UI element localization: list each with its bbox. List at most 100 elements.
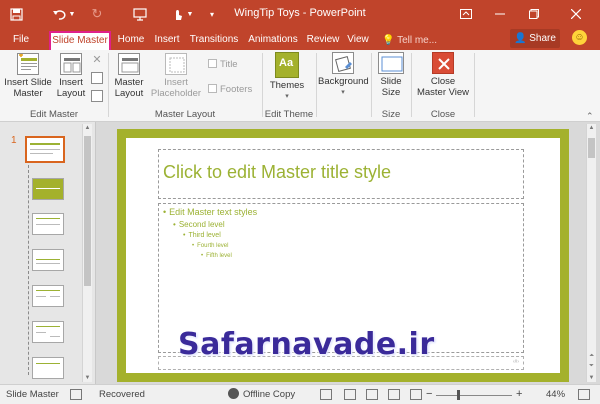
rename-icon[interactable] xyxy=(91,72,103,84)
background-label: Background xyxy=(318,76,369,87)
checkbox-box xyxy=(208,59,217,68)
notes-icon[interactable] xyxy=(320,389,332,400)
minimize-icon[interactable] xyxy=(486,0,514,28)
title-placeholder[interactable]: Click to edit Master title style xyxy=(158,149,524,199)
zoom-in-button[interactable]: + xyxy=(516,388,522,400)
layout-thumbnail[interactable] xyxy=(32,249,64,271)
layout-thumbnail[interactable] xyxy=(32,321,64,343)
tell-me-search[interactable]: 💡 Tell me... xyxy=(382,31,437,50)
zoom-level[interactable]: 44% xyxy=(546,389,565,400)
thumb-title-line xyxy=(30,143,60,145)
text-level-4: Fourth level xyxy=(192,243,228,249)
insert-layout-icon xyxy=(60,53,82,75)
delete-slide-icon[interactable]: ✕ xyxy=(91,54,103,66)
footers-checkbox-label: Footers xyxy=(220,84,253,95)
layout-thumbnail[interactable] xyxy=(32,285,64,307)
tab-home[interactable]: Home xyxy=(116,31,146,50)
watermark: Safarnavade.ir xyxy=(178,327,435,362)
master-layout-label-2: Layout xyxy=(114,88,144,99)
close-master-view-icon xyxy=(432,52,454,74)
spelling-check-icon[interactable] xyxy=(70,389,82,400)
title-checkbox[interactable]: Title xyxy=(208,59,238,70)
thumbnail-scrollbar[interactable]: ▲ ▼ xyxy=(82,124,92,382)
tab-animations[interactable]: Animations xyxy=(245,31,301,50)
close-master-view-button[interactable]: Close Master View xyxy=(413,52,473,98)
ribbon-display-options-icon[interactable] xyxy=(452,0,480,28)
footers-checkbox[interactable]: Footers xyxy=(208,84,252,95)
insert-layout-button[interactable]: Insert Layout xyxy=(53,53,89,99)
zoom-slider-track[interactable] xyxy=(436,395,512,396)
scrollbar-thumb[interactable] xyxy=(84,136,91,286)
layout-thumbnail[interactable] xyxy=(32,357,64,379)
share-button[interactable]: 👤 Share xyxy=(510,29,560,48)
normal-view-icon[interactable] xyxy=(366,389,378,400)
slide-size-icon xyxy=(378,52,404,74)
scroll-up-icon[interactable]: ▲ xyxy=(83,125,92,131)
group-separator xyxy=(474,53,475,117)
comments-icon[interactable] xyxy=(344,389,356,400)
insert-placeholder-button[interactable]: Insert Placeholder xyxy=(146,53,206,99)
status-bar: Slide Master Recovered Offline Copy − + … xyxy=(0,384,600,404)
master-thumbnail[interactable] xyxy=(25,136,65,163)
scroll-down-icon[interactable]: ▼ xyxy=(83,375,92,381)
thumb-title-line xyxy=(36,218,60,219)
group-label-close: Close xyxy=(430,109,456,120)
insert-slide-master-button[interactable]: Insert Slide Master xyxy=(3,53,53,99)
insert-slide-master-label-1: Insert Slide xyxy=(4,77,52,88)
tab-slide-master[interactable]: Slide Master xyxy=(49,31,111,50)
canvas-scrollbar[interactable]: ▲ ⏶ ⏷ ▼ xyxy=(586,124,596,382)
collapse-ribbon-icon[interactable]: ⌃ xyxy=(586,111,594,122)
layout-thumbnail-title[interactable] xyxy=(32,178,64,200)
scroll-up-icon[interactable]: ▲ xyxy=(587,125,596,131)
tab-review[interactable]: Review xyxy=(305,31,341,50)
restore-icon[interactable] xyxy=(520,0,548,28)
scroll-down-icon[interactable]: ▼ xyxy=(587,375,596,381)
person-icon: 👤 xyxy=(514,33,527,44)
master-layout-button[interactable]: Master Layout xyxy=(110,53,148,99)
feedback-smiley-icon[interactable]: ☺ xyxy=(572,30,587,45)
text-level-2: Second level xyxy=(173,220,225,229)
group-label-size: Size xyxy=(381,109,401,120)
tab-file[interactable]: File xyxy=(9,31,33,50)
slide-size-label-2: Size xyxy=(381,87,401,98)
group-separator xyxy=(262,53,263,117)
thumb-text-line xyxy=(36,224,60,225)
background-button[interactable]: Background ▾ xyxy=(318,52,369,98)
zoom-slider-thumb[interactable] xyxy=(457,390,460,400)
thumb-text-line xyxy=(50,336,60,337)
share-label: Share xyxy=(529,33,556,44)
fit-slide-icon[interactable] xyxy=(578,389,590,400)
master-layout-label-1: Master xyxy=(114,77,144,88)
tab-insert[interactable]: Insert xyxy=(152,31,182,50)
text-level-3: Third level xyxy=(183,232,220,239)
text-level-5: Fifth level xyxy=(201,253,232,259)
tab-transitions[interactable]: Transitions xyxy=(187,31,241,50)
layout-thumbnail[interactable] xyxy=(32,213,64,235)
master-slide-number: 1 xyxy=(11,135,17,146)
tab-view[interactable]: View xyxy=(345,31,371,50)
close-icon[interactable] xyxy=(562,0,590,28)
thumb-text-line xyxy=(30,153,53,154)
chevron-down-icon: ▾ xyxy=(341,89,345,96)
layout-tree-connector xyxy=(28,165,29,375)
insert-slide-master-icon xyxy=(17,53,39,75)
zoom-out-button[interactable]: − xyxy=(426,388,432,400)
slide-sorter-icon[interactable] xyxy=(388,389,400,400)
themes-icon: Aa xyxy=(275,52,299,78)
themes-button[interactable]: Aa Themes ▾ xyxy=(266,52,308,102)
group-separator xyxy=(316,53,317,117)
next-slide-icon[interactable]: ⏷ xyxy=(587,363,596,370)
insert-slide-master-label-2: Master xyxy=(13,88,43,99)
scrollbar-thumb[interactable] xyxy=(588,138,595,158)
reading-view-icon[interactable] xyxy=(410,389,422,400)
previous-slide-icon[interactable]: ⏶ xyxy=(587,353,596,360)
insert-layout-label-2: Layout xyxy=(56,88,86,99)
preserve-icon[interactable] xyxy=(91,90,103,102)
status-offline-copy: Offline Copy xyxy=(243,389,296,400)
group-separator xyxy=(108,53,109,117)
status-view-name: Slide Master xyxy=(6,389,59,400)
thumb-title-line xyxy=(36,363,60,364)
slide-size-button[interactable]: Slide Size xyxy=(372,52,410,98)
slide-number-placeholder: ‹#› xyxy=(512,359,519,365)
checkbox-box xyxy=(208,84,217,93)
